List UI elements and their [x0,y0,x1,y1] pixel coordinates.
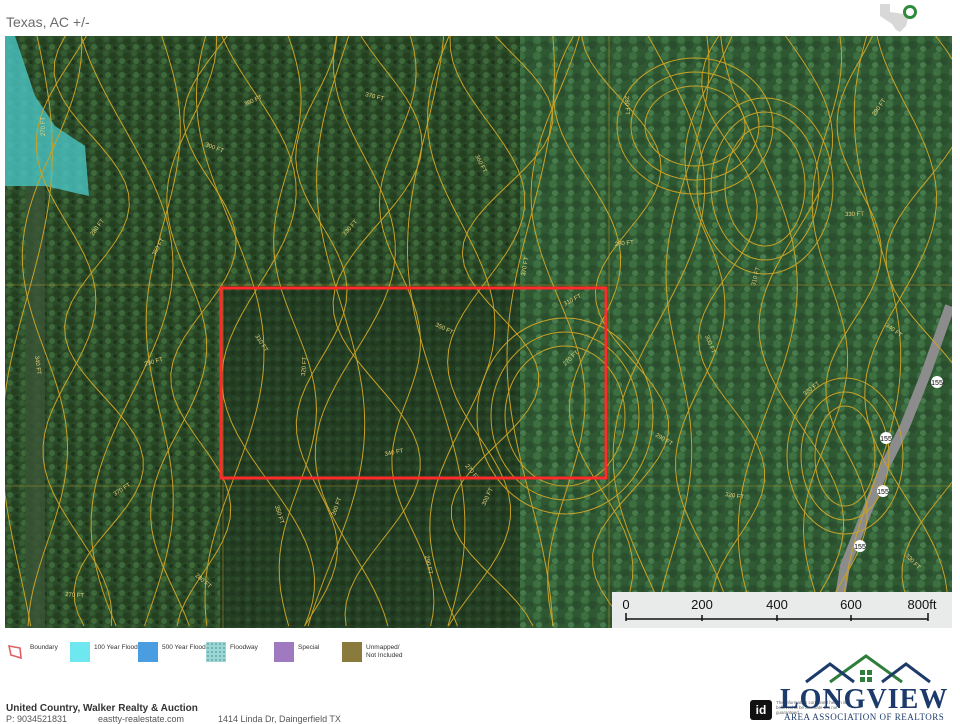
legend-swatch [206,642,226,662]
company-phone[interactable]: P: 9034521831 [6,714,67,724]
scale-tick-0: 0 [622,597,629,612]
texas-state-icon [876,0,924,36]
dark-forest-zone [220,286,520,628]
scale-bar: 0 200 400 600 800ft [612,592,952,628]
longview-realtors-logo: LONGVIEW AREA ASSOCIATION OF REALTORS [770,652,960,722]
id-logo: id [750,700,772,720]
mixed-forest-zone [520,36,952,628]
scale-tick-800: 800ft [908,597,937,612]
road-marker-label: 155 [877,489,889,496]
contour-label: 330 FT [845,212,864,218]
company-address: 1414 Linda Dr, Daingerfield TX [218,714,341,724]
cleared-strip [25,186,45,628]
contour-label: 270 FT [41,117,47,136]
scale-tick-200: 200 [691,597,713,612]
scale-tick-400: 400 [766,597,788,612]
boundary-icon [7,644,22,660]
scale-tick-600: 600 [840,597,862,612]
company-website[interactable]: eastty-realestate.com [98,714,184,724]
house-roof-icon [805,654,931,684]
legend-swatch [342,642,362,662]
logo-subtitle: AREA ASSOCIATION OF REALTORS [784,712,945,722]
legend-label: Unmapped/ Not Included [366,644,403,659]
aerial-map[interactable]: 270 FT 280 FT 290 FT 300 FT 310 FT 320 FT 330 … [5,36,952,628]
road-marker-label: 155 [854,544,866,551]
legend-swatch [70,642,90,662]
header: Texas, AC +/- [0,0,960,36]
map-title: Texas, AC +/- [6,14,90,30]
company-name: United Country, Walker Realty & Auction [6,703,198,714]
legend-swatch [274,642,294,662]
legend-swatch [138,642,158,662]
contour-label: 280 FT [623,96,630,116]
road-marker-label: 155 [931,380,943,387]
road-marker-label: 155 [880,436,892,443]
